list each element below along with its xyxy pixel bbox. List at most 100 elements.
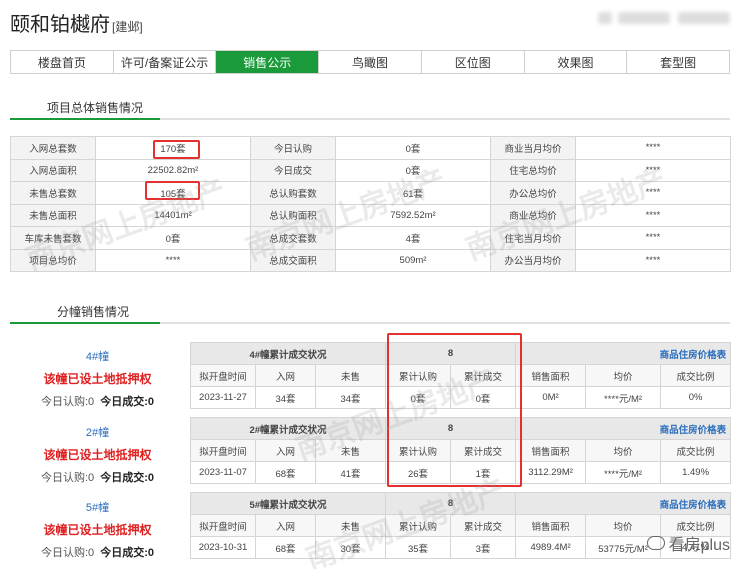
cell-value: **** bbox=[575, 203, 731, 227]
blurred-icon bbox=[598, 12, 612, 24]
cell-value: 14401m² bbox=[95, 203, 251, 227]
stat-count: 8 bbox=[385, 492, 517, 515]
nav-tabs: 楼盘首页 许可/备案证公示 销售公示 鸟瞰图 区位图 效果图 套型图 bbox=[10, 50, 730, 74]
column-header: 未售 bbox=[314, 364, 387, 387]
cell-value: 68套 bbox=[255, 461, 316, 484]
table-row: 未售总套数 105套 总认购套数 61套 办公总均价 **** bbox=[10, 181, 731, 205]
cell-value: 2023-10-31 bbox=[190, 536, 256, 559]
cell-label: 今日认购 bbox=[250, 136, 336, 160]
cell-label: 总认购套数 bbox=[250, 181, 336, 205]
cell-label: 商业总均价 bbox=[490, 203, 576, 227]
cell-label: 办公总均价 bbox=[490, 181, 576, 205]
highlight-box bbox=[153, 140, 200, 159]
column-header: 成交比例 bbox=[660, 364, 732, 387]
cell-label: 车库未售套数 bbox=[10, 226, 96, 250]
brand-name: 看房plus bbox=[668, 537, 730, 554]
tab-renderings[interactable]: 效果图 bbox=[524, 51, 628, 73]
column-header: 拟开盘时间 bbox=[190, 439, 256, 462]
table-row: 入网总面积 22502.82m² 今日成交 0套 住宅总均价 **** bbox=[10, 158, 731, 182]
blurred-text bbox=[678, 12, 730, 24]
mortgage-warning: 该幢已设土地抵押权 bbox=[43, 448, 152, 462]
section-title-buildings: 分幢销售情况 bbox=[57, 305, 130, 319]
cell-value: 34套 bbox=[314, 386, 387, 409]
building-link[interactable]: 5#幢 bbox=[10, 499, 185, 515]
cell-value: **** bbox=[95, 248, 251, 272]
table-row: 入网总套数 170套 今日认购 0套 商业当月均价 **** bbox=[10, 136, 731, 160]
tab-floorplans[interactable]: 套型图 bbox=[627, 51, 730, 73]
brand-logo: 看房plus bbox=[646, 531, 730, 555]
cell-value: 1.49% bbox=[660, 461, 732, 484]
tab-home[interactable]: 楼盘首页 bbox=[11, 51, 114, 73]
column-header: 销售面积 bbox=[515, 514, 587, 537]
cell-label: 入网总套数 bbox=[10, 136, 96, 160]
cell-value: **** bbox=[575, 226, 731, 250]
tab-permits[interactable]: 许可/备案证公示 bbox=[113, 51, 217, 73]
cell-value: 0套 bbox=[335, 136, 491, 160]
district-label: [建邺] bbox=[112, 20, 143, 34]
building-summary: 5#幢 该幢已设土地抵押权 今日认购:0 今日成交:0 bbox=[10, 499, 185, 560]
highlight-box bbox=[387, 333, 522, 487]
building-summary: 4#幢 该幢已设土地抵押权 今日认购:0 今日成交:0 bbox=[10, 348, 185, 409]
column-header: 累计成交 bbox=[450, 514, 517, 537]
cell-label: 商业当月均价 bbox=[490, 136, 576, 160]
mortgage-warning: 该幢已设土地抵押权 bbox=[43, 372, 152, 386]
column-header: 拟开盘时间 bbox=[190, 364, 256, 387]
column-header: 成交比例 bbox=[660, 439, 732, 462]
cell-value: 4989.4M² bbox=[515, 536, 587, 559]
cell-value: 41套 bbox=[314, 461, 387, 484]
today-stats: 今日认购:0 今日成交:0 bbox=[40, 547, 155, 559]
cell-value: 4套 bbox=[335, 226, 491, 250]
cell-label: 住宅总均价 bbox=[490, 158, 576, 182]
column-header: 累计认购 bbox=[385, 514, 452, 537]
cell-value: **** bbox=[575, 158, 731, 182]
cell-value: ****元/M² bbox=[585, 386, 662, 409]
cell-value: 68套 bbox=[255, 536, 316, 559]
column-header: 销售面积 bbox=[515, 364, 587, 387]
cell-label: 总认购面积 bbox=[250, 203, 336, 227]
column-header: 均价 bbox=[585, 439, 662, 462]
cell-value: 0% bbox=[660, 386, 732, 409]
column-header: 拟开盘时间 bbox=[190, 514, 256, 537]
cell-value: 7592.52m² bbox=[335, 203, 491, 227]
section-title-overall: 项目总体销售情况 bbox=[47, 101, 144, 115]
blurred-text bbox=[618, 12, 670, 24]
price-table-link[interactable]: 商品住房价格表 bbox=[515, 417, 732, 440]
cell-value: 2023-11-07 bbox=[190, 461, 256, 484]
building-link[interactable]: 2#幢 bbox=[10, 424, 185, 440]
table-row: 未售总面积 14401m² 总认购面积 7592.52m² 商业总均价 **** bbox=[10, 203, 731, 227]
column-header: 入网 bbox=[255, 514, 316, 537]
cell-label: 入网总面积 bbox=[10, 158, 96, 182]
price-table-link[interactable]: 商品住房价格表 bbox=[515, 492, 732, 515]
tab-location[interactable]: 区位图 bbox=[421, 51, 525, 73]
cell-value: 0M² bbox=[515, 386, 587, 409]
tab-sales[interactable]: 销售公示 bbox=[216, 51, 320, 73]
column-header: 均价 bbox=[585, 364, 662, 387]
stat-title: 4#幢累计成交状况 bbox=[189, 342, 387, 365]
project-name: 颐和铂樾府 bbox=[10, 14, 110, 36]
mortgage-warning: 该幢已设土地抵押权 bbox=[43, 523, 152, 537]
table-header-row: 5#幢累计成交状况 8 商品住房价格表 bbox=[189, 492, 732, 515]
cell-value: 3套 bbox=[450, 536, 517, 559]
cell-value: 61套 bbox=[335, 181, 491, 205]
cell-value: 3112.29M² bbox=[515, 461, 587, 484]
cell-value: **** bbox=[575, 136, 731, 160]
column-header: 未售 bbox=[314, 439, 387, 462]
today-stats: 今日认购:0 今日成交:0 bbox=[40, 472, 155, 484]
cell-value: **** bbox=[575, 181, 731, 205]
table-row: 项目总均价 **** 总成交面积 509m² 办公当月均价 **** bbox=[10, 248, 731, 272]
section-divider bbox=[10, 118, 730, 120]
cell-label: 未售总面积 bbox=[10, 203, 96, 227]
table-row: 车库未售套数 0套 总成交套数 4套 住宅当月均价 **** bbox=[10, 226, 731, 250]
cell-value: **** bbox=[575, 248, 731, 272]
building-link[interactable]: 4#幢 bbox=[10, 348, 185, 364]
cell-value: 22502.82m² bbox=[95, 158, 251, 182]
price-table-link[interactable]: 商品住房价格表 bbox=[515, 342, 732, 365]
cell-value: 509m² bbox=[335, 248, 491, 272]
column-header: 入网 bbox=[255, 364, 316, 387]
cell-label: 总成交面积 bbox=[250, 248, 336, 272]
cell-value: 30套 bbox=[314, 536, 387, 559]
cell-label: 今日成交 bbox=[250, 158, 336, 182]
cell-label: 项目总均价 bbox=[10, 248, 96, 272]
cell-value: 0套 bbox=[335, 158, 491, 182]
tab-aerial[interactable]: 鸟瞰图 bbox=[319, 51, 422, 73]
